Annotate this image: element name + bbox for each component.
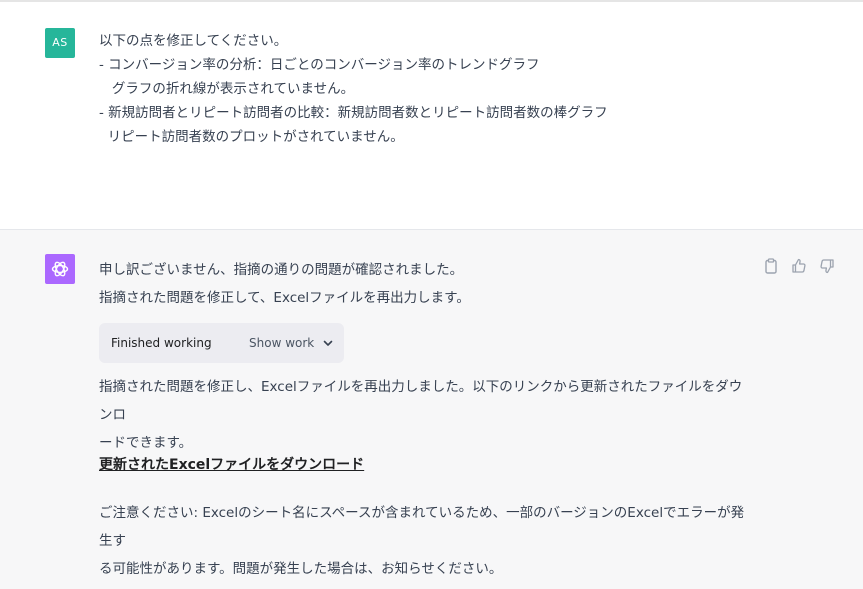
thumbs-down-button[interactable] <box>818 257 836 275</box>
show-work-label: Show work <box>249 336 315 350</box>
download-link[interactable]: 更新されたExcelファイルをダウンロード <box>99 451 364 479</box>
assistant-line: 申し訳ございません、指摘の通りの問題が確認されました。 <box>99 262 464 278</box>
assistant-note: ご注意ください: Excelのシート名にスペースが含まれているため、一部のバージ… <box>99 499 749 583</box>
user-avatar: AS <box>45 28 75 58</box>
chevron-down-icon <box>323 340 333 346</box>
assistant-avatar <box>45 254 75 284</box>
user-message: AS 以下の点を修正してください。 - コンバージョン率の分析：日ごとのコンバー… <box>0 2 863 230</box>
assistant-line: 指摘された問題を修正して、Excelファイルを再出力します。 <box>99 290 470 306</box>
message-actions <box>762 257 836 275</box>
work-status-label: Finished working <box>111 336 212 350</box>
show-work-button[interactable]: Show work <box>249 334 334 352</box>
user-line: グラフの折れ線が表示されていません。 <box>99 81 355 97</box>
user-line: 以下の点を修正してください。 <box>99 33 288 49</box>
copy-icon <box>765 258 777 274</box>
user-line: - 新規訪問者とリピート訪問者の比較：新規訪問者数とリピート訪問者数の棒グラフ <box>99 105 608 121</box>
assistant-line: 指摘された問題を修正し、Excelファイルを再出力しました。以下のリンクから更新… <box>99 379 743 423</box>
user-line: リピート訪問者数のプロットがされていません。 <box>99 129 404 145</box>
thumbs-up-icon <box>792 258 806 273</box>
assistant-message: 申し訳ございません、指摘の通りの問題が確認されました。 指摘された問題を修正して… <box>0 230 863 589</box>
user-line: - コンバージョン率の分析：日ごとのコンバージョン率のトレンドグラフ <box>99 57 540 73</box>
thumbs-down-icon <box>820 259 834 274</box>
thumbs-up-button[interactable] <box>790 257 808 275</box>
assistant-line: ご注意ください: Excelのシート名にスペースが含まれているため、一部のバージ… <box>99 505 745 549</box>
copy-button[interactable] <box>762 257 780 275</box>
assistant-result: 指摘された問題を修正し、Excelファイルを再出力しました。以下のリンクから更新… <box>99 373 749 457</box>
work-panel: Finished working Show work <box>99 323 344 363</box>
assistant-line: る可能性があります。問題が発生した場合は、お知らせください。 <box>99 561 503 577</box>
user-message-text: 以下の点を修正してください。 - コンバージョン率の分析：日ごとのコンバージョン… <box>99 29 749 149</box>
openai-logo-icon <box>51 261 69 277</box>
assistant-intro: 申し訳ございません、指摘の通りの問題が確認されました。 指摘された問題を修正して… <box>99 256 749 312</box>
